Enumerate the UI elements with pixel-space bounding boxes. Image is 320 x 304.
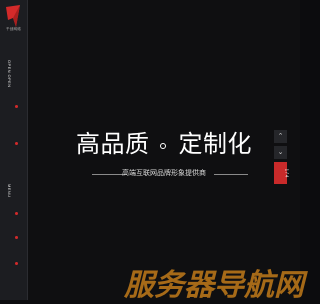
sidebar: 千创网络 OPEN OPEN MENU [0, 0, 28, 300]
watermark: 服务器导航网 [124, 269, 304, 302]
slide-down-button[interactable]: ⌄ [274, 146, 287, 159]
hero-section: 高品质 定制化 高端互联网品牌形象提供商 [28, 0, 300, 300]
separator-dot-icon [159, 142, 166, 149]
nav-dot[interactable] [15, 142, 18, 145]
divider-right [214, 174, 248, 175]
nav-dot[interactable] [15, 236, 18, 239]
hero-subtitle-row: 高端互联网品牌形象提供商 [28, 168, 300, 180]
hero-title-left: 高品质 [76, 131, 150, 158]
logo-text: 千创网络 [6, 27, 21, 31]
page-indicator: 1 / 4 [274, 162, 290, 184]
chevron-up-icon: ⌃ [277, 133, 284, 140]
hero-title-right: 定制化 [178, 131, 252, 158]
logo-icon [6, 5, 20, 27]
page-indicator-text: 1 / 4 [284, 168, 290, 178]
hero-subtitle: 高端互联网品牌形象提供商 [122, 170, 206, 177]
hero-title: 高品质 定制化 [28, 124, 300, 159]
menu-toggle[interactable]: MENU [7, 184, 12, 197]
chevron-down-icon: ⌄ [277, 149, 284, 156]
open-menu-toggle[interactable]: OPEN OPEN [7, 60, 12, 87]
nav-dot[interactable] [15, 212, 18, 215]
slide-up-button[interactable]: ⌃ [274, 130, 287, 143]
nav-dot[interactable] [15, 262, 18, 265]
logo[interactable] [4, 4, 23, 28]
nav-dot[interactable] [15, 105, 18, 108]
